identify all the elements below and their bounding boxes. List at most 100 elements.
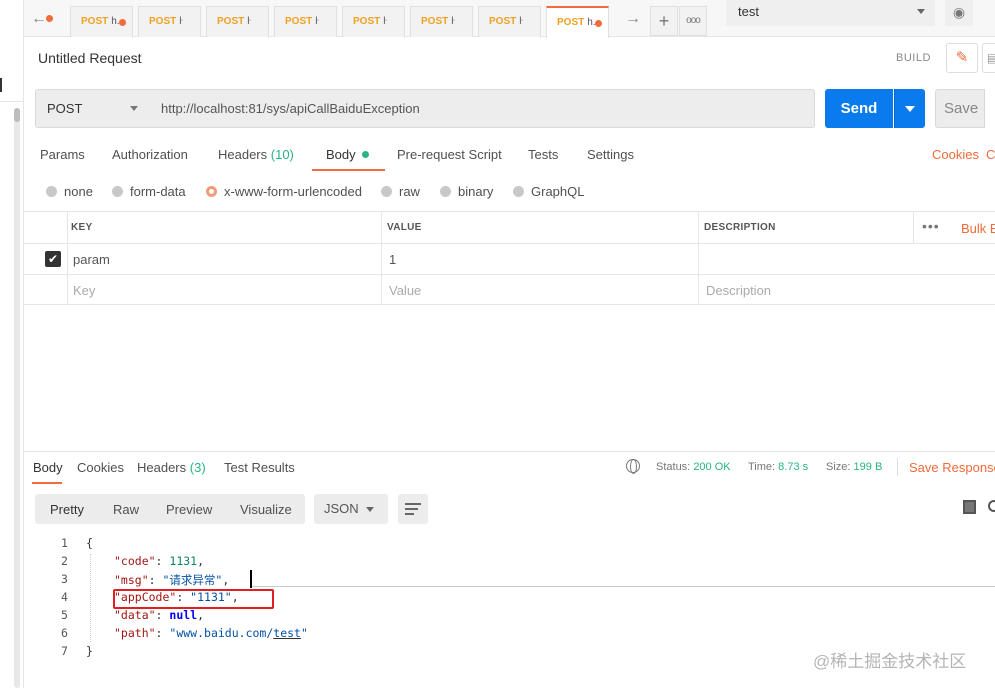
json-line: "data": null,: [114, 608, 205, 622]
line-number: 1: [61, 536, 68, 550]
response-tab-cookies[interactable]: Cookies: [77, 460, 124, 475]
json-line: "code": 1131,: [114, 554, 205, 568]
value-input[interactable]: Value: [389, 283, 421, 298]
radio-selected-icon: [206, 186, 217, 197]
send-options-dropdown[interactable]: [894, 89, 925, 128]
radio-x-www-form-urlencoded[interactable]: x-www-form-urlencoded: [206, 184, 362, 199]
request-title[interactable]: Untitled Request: [38, 50, 142, 66]
more-options-icon[interactable]: •••: [922, 218, 940, 234]
forward-arrow-icon[interactable]: →: [620, 6, 646, 32]
environment-quick-look-eye-icon[interactable]: ◉: [945, 0, 973, 26]
radio-graphql[interactable]: GraphQL: [513, 184, 584, 199]
request-tab[interactable]: POST ŀ: [274, 6, 337, 37]
new-tab-button[interactable]: +: [650, 6, 678, 36]
search-icon[interactable]: [988, 500, 995, 512]
environment-select[interactable]: test: [726, 0, 935, 26]
appcode-highlight-box: [113, 589, 274, 609]
watermark: @稀土掘金技术社区: [813, 652, 967, 671]
wrap-lines-icon[interactable]: [398, 494, 428, 524]
request-tab[interactable]: POST h.: [70, 6, 133, 37]
radio-form-data[interactable]: form-data: [112, 184, 186, 199]
code-link[interactable]: C: [986, 147, 995, 162]
request-tab[interactable]: POST ŀ: [342, 6, 405, 37]
chevron-down-icon: [917, 9, 925, 14]
chevron-down-icon: [905, 106, 915, 112]
tab-body[interactable]: Body: [326, 147, 369, 162]
request-tab[interactable]: POST ŀ: [478, 6, 541, 37]
param-enabled-checkbox[interactable]: ✔: [45, 251, 61, 267]
size-readout: Size: 199 B: [826, 461, 883, 473]
sidebar-marker: [0, 78, 6, 92]
request-tabs: Params Authorization Headers (10) Body P…: [24, 140, 995, 172]
radio-binary[interactable]: binary: [440, 184, 493, 199]
tab-headers[interactable]: Headers (10): [218, 147, 294, 162]
response-format-select[interactable]: JSON: [314, 494, 388, 524]
radio-none[interactable]: none: [46, 184, 93, 199]
response-divider[interactable]: [24, 451, 995, 452]
view-raw[interactable]: Raw: [113, 502, 139, 517]
line-number: 2: [61, 554, 68, 568]
key-input[interactable]: Key: [73, 283, 95, 298]
unsaved-dot-icon: [46, 15, 53, 22]
response-tab-headers[interactable]: Headers (3): [137, 460, 206, 475]
status-readout: Status: 200 OK: [656, 461, 731, 473]
request-tab[interactable]: POST ŀ: [138, 6, 201, 37]
bulk-edit-link[interactable]: Bulk E: [961, 221, 995, 236]
tab-tests[interactable]: Tests: [528, 147, 558, 162]
view-visualize[interactable]: Visualize: [240, 502, 292, 517]
view-pretty[interactable]: Pretty: [50, 502, 84, 517]
sidebar-collapsed: [0, 0, 24, 688]
time-value: 8.73 s: [778, 461, 809, 473]
more-tabs-icon[interactable]: ooo: [679, 6, 707, 36]
save-button[interactable]: Save: [935, 89, 985, 128]
pencil-edit-icon[interactable]: ✎: [946, 43, 978, 73]
json-line: "path": "www.baidu.com/test": [114, 626, 308, 640]
param-value-field[interactable]: 1: [389, 252, 396, 267]
response-tab-body[interactable]: Body: [33, 460, 63, 475]
radio-circle-icon: [381, 186, 392, 197]
json-close-brace: }: [86, 644, 93, 658]
json-open-brace: {: [86, 536, 93, 550]
request-tab-active[interactable]: POST h.: [546, 6, 609, 38]
globe-icon[interactable]: [626, 459, 640, 474]
body-type-radios: none form-data x-www-form-urlencoded raw…: [24, 180, 995, 204]
line-number: 3: [61, 572, 68, 586]
save-response-button[interactable]: Save Response: [909, 460, 995, 475]
sidebar-scroll-thumb[interactable]: [14, 108, 20, 122]
time-readout: Time: 8.73 s: [748, 461, 809, 473]
tab-prerequest-script[interactable]: Pre-request Script: [397, 147, 502, 162]
line-number: 7: [61, 644, 68, 658]
response-tabs: Body Cookies Headers (3) Test Results St…: [24, 453, 995, 485]
table-row: ✔ param 1: [24, 243, 995, 274]
response-view-mode-bar: Pretty Raw Preview Visualize: [35, 494, 305, 524]
radio-raw[interactable]: raw: [381, 184, 420, 199]
view-preview[interactable]: Preview: [166, 502, 212, 517]
cookies-link[interactable]: Cookies: [932, 147, 979, 162]
response-body-editor[interactable]: 1 2 3 4 5 6 7 { "code": 1131, "msg": "请求…: [24, 534, 995, 664]
json-line: "msg": "请求异常",: [114, 573, 230, 587]
status-value: 200 OK: [693, 461, 731, 473]
url-input[interactable]: http://localhost:81/sys/apiCallBaiduExce…: [150, 89, 815, 128]
request-tab[interactable]: POST ŀ: [410, 6, 473, 37]
radio-circle-icon: [513, 186, 524, 197]
request-tab[interactable]: POST ŀ: [206, 6, 269, 37]
column-header-description: DESCRIPTION: [704, 222, 776, 233]
sidebar-scrollbar[interactable]: [14, 108, 20, 688]
documentation-icon[interactable]: ▤: [982, 43, 995, 73]
method-select[interactable]: POST: [35, 89, 151, 128]
response-tab-test-results[interactable]: Test Results: [224, 460, 295, 475]
description-input[interactable]: Description: [706, 283, 771, 298]
send-button[interactable]: Send: [825, 89, 893, 128]
copy-icon[interactable]: [963, 500, 976, 514]
url-link[interactable]: test: [273, 626, 301, 640]
tab-authorization[interactable]: Authorization: [112, 147, 188, 162]
request-tab-bar: ← POST h. POST ŀ POST ŀ POST ŀ POST ŀ POST ŀ P…: [24, 0, 995, 38]
line-number: 4: [61, 590, 68, 604]
body-indicator-dot-icon: [361, 151, 369, 158]
param-key-field[interactable]: param: [73, 252, 110, 267]
chevron-down-icon: [130, 106, 138, 111]
tab-params[interactable]: Params: [40, 147, 85, 162]
radio-circle-icon: [440, 186, 451, 197]
tab-settings[interactable]: Settings: [587, 147, 634, 162]
line-number: 6: [61, 626, 68, 640]
